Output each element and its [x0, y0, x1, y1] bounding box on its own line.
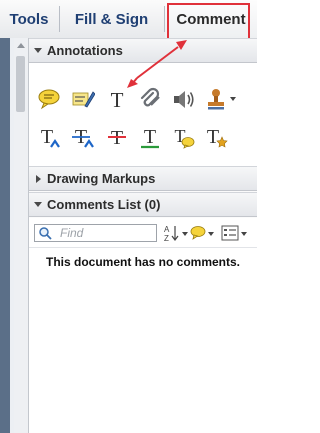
- strikethrough-icon[interactable]: T: [105, 125, 129, 149]
- sort-dropdown-arrow-icon[interactable]: [182, 232, 188, 236]
- document-edge: [0, 38, 10, 433]
- expand-arrow-icon: [29, 174, 47, 183]
- svg-text:Z: Z: [164, 234, 169, 243]
- comments-list: Find AZ This document has no comments.: [29, 218, 257, 433]
- stamp-icon[interactable]: [204, 87, 228, 111]
- search-placeholder: Find: [60, 226, 84, 240]
- svg-text:A: A: [164, 225, 170, 234]
- underline-icon[interactable]: T: [138, 125, 162, 149]
- annotations-header[interactable]: Annotations: [29, 38, 257, 63]
- filter-comments-icon[interactable]: [189, 224, 207, 242]
- tab-fill-and-sign[interactable]: Fill & Sign: [60, 0, 163, 38]
- sticky-note-icon[interactable]: [37, 87, 61, 111]
- filter-dropdown-arrow-icon[interactable]: [208, 232, 214, 236]
- scrollbar-thumb[interactable]: [16, 56, 25, 112]
- tab-tools-label: Tools: [9, 10, 49, 28]
- drawing-markups-header[interactable]: Drawing Markups: [29, 166, 257, 191]
- annotations-tools: T T T T T T T: [29, 63, 257, 166]
- svg-text:T: T: [144, 126, 156, 148]
- comments-list-header[interactable]: Comments List (0): [29, 192, 257, 217]
- text-correction-markup-icon[interactable]: T: [204, 125, 228, 149]
- comments-toolbar: Find AZ: [29, 218, 257, 248]
- options-dropdown-arrow-icon[interactable]: [241, 232, 247, 236]
- tab-fill-and-sign-label: Fill & Sign: [74, 10, 149, 28]
- highlight-text-icon[interactable]: [71, 87, 95, 111]
- stamp-dropdown-arrow-icon[interactable]: [230, 97, 236, 101]
- sort-icon[interactable]: AZ: [163, 223, 181, 243]
- record-audio-icon[interactable]: [171, 87, 195, 111]
- attach-file-icon[interactable]: [138, 87, 162, 111]
- add-note-to-text-icon[interactable]: T: [171, 125, 195, 149]
- insert-text-icon[interactable]: T: [37, 125, 61, 149]
- tab-tools[interactable]: Tools: [0, 0, 58, 38]
- empty-comments-message: This document has no comments.: [45, 255, 241, 269]
- scroll-up-arrow-icon[interactable]: [17, 43, 25, 48]
- replace-text-icon[interactable]: T: [71, 125, 95, 149]
- drawing-markups-title: Drawing Markups: [47, 171, 156, 186]
- annotations-title: Annotations: [47, 43, 123, 58]
- comments-list-title: Comments List (0): [47, 197, 161, 212]
- find-comment-input[interactable]: Find: [34, 224, 157, 242]
- search-icon: [39, 227, 52, 240]
- add-text-glyph: T: [111, 88, 124, 111]
- add-text-icon[interactable]: T: [105, 87, 129, 111]
- comment-pane: Annotations T T T T T T Drawing Markups …: [29, 38, 257, 433]
- vertical-scrollbar[interactable]: [14, 38, 29, 433]
- svg-text:T: T: [207, 126, 219, 148]
- collapse-arrow-icon: [29, 202, 47, 207]
- options-icon[interactable]: [221, 224, 239, 242]
- collapse-arrow-icon: [29, 48, 47, 53]
